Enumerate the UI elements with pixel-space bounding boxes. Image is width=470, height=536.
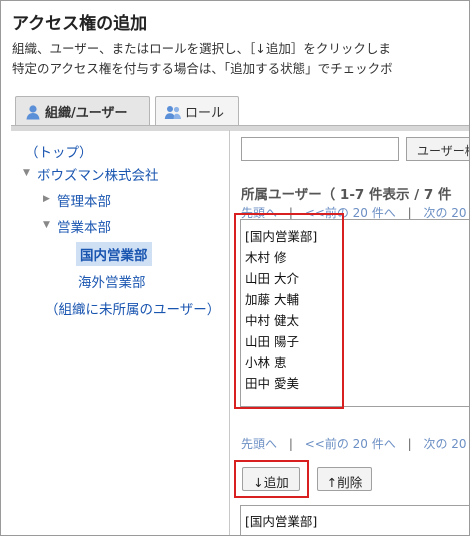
tree-item-company[interactable]: ボウズマン株式会社	[37, 164, 159, 184]
pager-first-link[interactable]: 先頭へ	[241, 437, 277, 451]
selected-listbox[interactable]: [国内営業部]	[240, 505, 469, 535]
pager-separator: |	[288, 437, 293, 451]
tree-item-admin[interactable]: 管理本部	[57, 190, 111, 210]
tab-org-users-label: 組織/ユーザー	[45, 106, 128, 121]
collapsed-triangle-icon[interactable]: ▶	[43, 194, 50, 204]
org-tree-pane	[11, 130, 230, 535]
user-icon	[24, 104, 42, 120]
tree-item-domestic-selected[interactable]: 国内営業部	[76, 242, 152, 266]
expanded-triangle-icon[interactable]: ▼	[43, 220, 50, 230]
pager-bottom: 先頭へ | <<前の 20 件へ | 次の 20	[241, 435, 467, 452]
description-line-2: 特定のアクセス権を付与する場合は、「追加する状態」でチェックボ	[12, 61, 393, 76]
user-search-button[interactable]: ユーザー検	[406, 137, 469, 161]
highlight-box-add-button	[234, 460, 309, 498]
pager-separator: |	[407, 437, 412, 451]
dialog-frame: アクセス権の追加 組織、ユーザー、またはロールを選択し、［↓追加］をクリックしま…	[0, 0, 470, 536]
remove-button[interactable]: ↑削除	[317, 467, 372, 491]
pager-prev-link[interactable]: <<前の 20 件へ	[305, 437, 396, 451]
tree-item-overseas[interactable]: 海外営業部	[78, 271, 146, 291]
tab-role[interactable]: ロール	[155, 96, 239, 126]
expanded-triangle-icon[interactable]: ▼	[23, 168, 30, 178]
tab-org-users[interactable]: 組織/ユーザー	[15, 96, 150, 126]
list-item[interactable]: [国内営業部]	[245, 511, 317, 530]
tree-item-unassigned[interactable]: （組織に未所属のユーザー）	[45, 298, 220, 318]
page-title: アクセス権の追加	[12, 14, 148, 34]
highlight-box-member-list	[234, 213, 344, 409]
tree-item-sales[interactable]: 営業本部	[57, 216, 111, 236]
tab-role-label: ロール	[185, 106, 225, 121]
description-line-1: 組織、ユーザー、またはロールを選択し、［↓追加］をクリックしま	[12, 41, 391, 56]
tree-item-top[interactable]: （トップ）	[25, 141, 93, 161]
pager-next-link[interactable]: 次の 20	[423, 206, 466, 220]
users-group-icon	[164, 104, 182, 120]
pager-separator: |	[407, 206, 412, 220]
user-search-input[interactable]	[241, 137, 399, 161]
member-list-label: 所属ユーザー（ 1-7 件表示 / 7 件	[241, 187, 452, 203]
pager-next-link[interactable]: 次の 20	[423, 437, 466, 451]
